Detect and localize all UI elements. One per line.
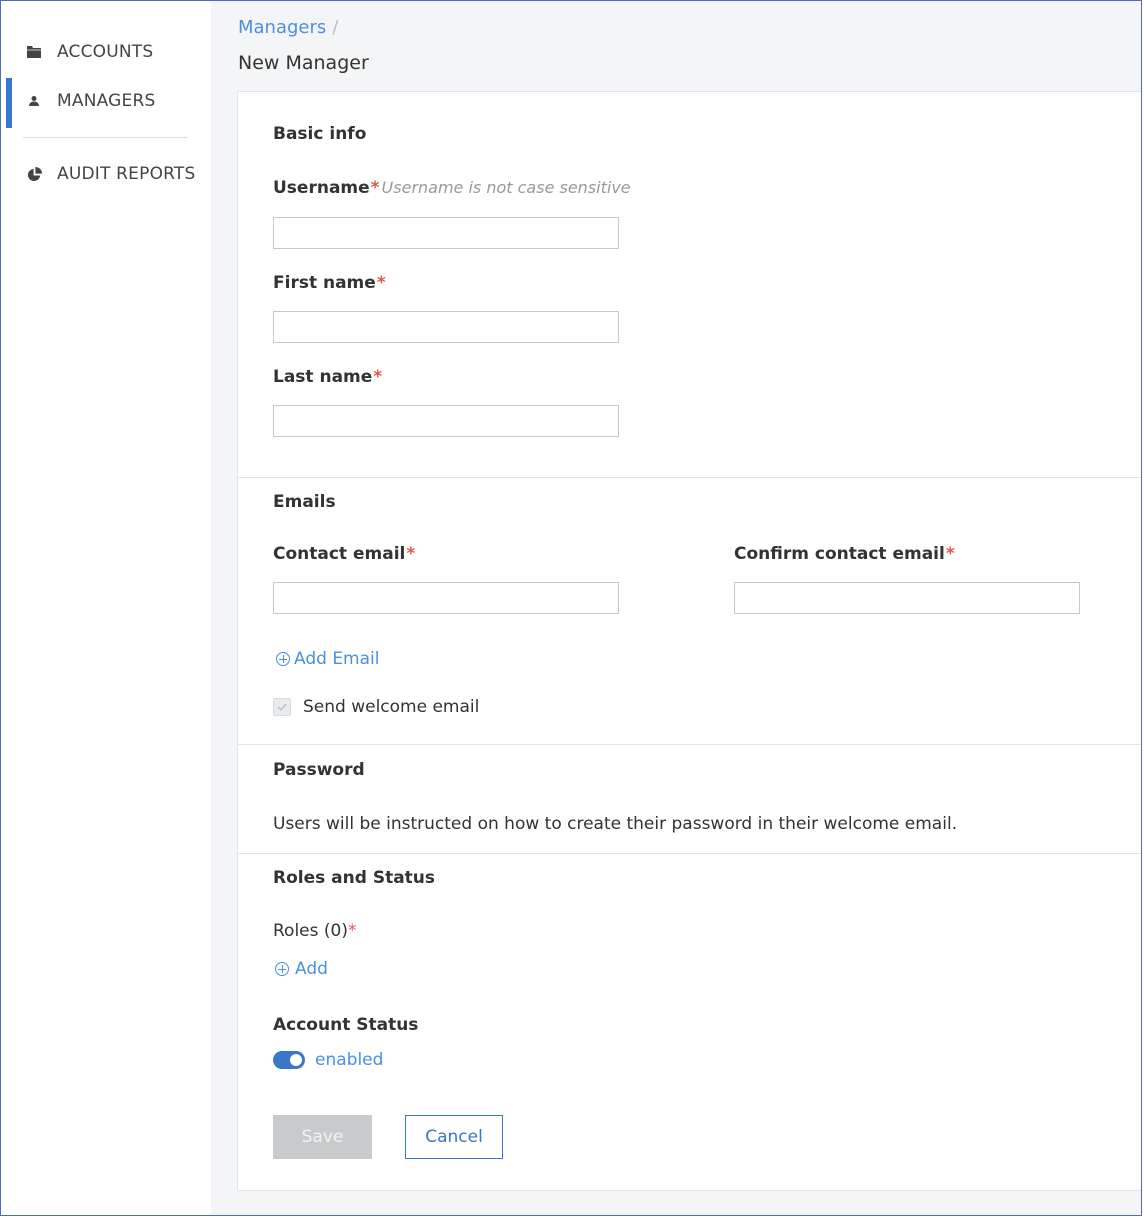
- section-title-password: Password: [273, 760, 365, 780]
- check-icon: [277, 703, 287, 711]
- required-marker: *: [370, 178, 380, 198]
- section-title-roles-status: Roles and Status: [273, 868, 436, 888]
- password-description: Users will be instructed on how to creat…: [273, 814, 958, 834]
- contact-email-input[interactable]: [273, 582, 619, 614]
- username-input[interactable]: [273, 217, 619, 249]
- toggle-knob: [290, 1054, 302, 1066]
- add-email-link[interactable]: Add Email: [276, 649, 379, 669]
- account-status-toggle[interactable]: [273, 1051, 305, 1069]
- save-button[interactable]: Save: [273, 1115, 372, 1159]
- send-welcome-label: Send welcome email: [303, 697, 480, 717]
- contact-email-label: Contact email*: [273, 544, 416, 564]
- send-welcome-checkbox[interactable]: [273, 698, 291, 716]
- section-title-basic-info: Basic info: [273, 124, 367, 144]
- send-welcome-row: Send welcome email: [273, 697, 479, 717]
- required-marker: *: [347, 921, 357, 941]
- username-label: Username* Username is not case sensitive: [273, 178, 631, 198]
- folder-icon: [25, 43, 43, 61]
- sidebar: ACCOUNTS MANAGERS AUDIT REPORTS: [1, 1, 211, 1215]
- account-status-label: Account Status: [273, 1015, 419, 1035]
- section-title-emails: Emails: [273, 492, 336, 512]
- cancel-button[interactable]: Cancel: [405, 1115, 503, 1159]
- pie-chart-icon: [25, 165, 43, 183]
- breadcrumb: Managers /: [238, 17, 338, 38]
- sidebar-item-label: ACCOUNTS: [57, 42, 154, 62]
- roles-label: Roles (0)*: [273, 921, 357, 941]
- form-card: Basic info Username* Username is not case…: [237, 91, 1141, 1191]
- sidebar-item-accounts[interactable]: ACCOUNTS: [1, 29, 211, 75]
- required-marker: *: [406, 544, 416, 564]
- page-title: New Manager: [238, 52, 369, 74]
- first-name-input[interactable]: [273, 311, 619, 343]
- section-divider: [238, 853, 1141, 854]
- plus-circle-icon: [276, 652, 290, 666]
- account-status-value: enabled: [315, 1050, 384, 1070]
- required-marker: *: [373, 367, 383, 387]
- sidebar-item-label: MANAGERS: [57, 91, 156, 111]
- breadcrumb-managers-link[interactable]: Managers: [238, 17, 326, 38]
- add-role-link[interactable]: Add: [275, 959, 328, 979]
- last-name-input[interactable]: [273, 405, 619, 437]
- required-marker: *: [376, 273, 386, 293]
- sidebar-divider: [23, 137, 188, 138]
- username-hint: Username is not case sensitive: [381, 178, 631, 197]
- last-name-label: Last name*: [273, 367, 383, 387]
- breadcrumb-separator: /: [332, 17, 339, 38]
- required-marker: *: [945, 544, 955, 564]
- plus-circle-icon: [275, 962, 289, 976]
- person-icon: [25, 92, 43, 110]
- sidebar-item-audit-reports[interactable]: AUDIT REPORTS: [1, 151, 211, 197]
- first-name-label: First name*: [273, 273, 386, 293]
- sidebar-item-managers[interactable]: MANAGERS: [1, 78, 211, 128]
- account-status-row: enabled: [273, 1050, 383, 1070]
- confirm-email-input[interactable]: [734, 582, 1080, 614]
- section-divider: [238, 744, 1141, 745]
- section-divider: [238, 477, 1141, 478]
- confirm-email-label: Confirm contact email*: [734, 544, 955, 564]
- sidebar-item-label: AUDIT REPORTS: [57, 164, 196, 184]
- app-frame: ACCOUNTS MANAGERS AUDIT REPORTS Managers…: [0, 0, 1142, 1216]
